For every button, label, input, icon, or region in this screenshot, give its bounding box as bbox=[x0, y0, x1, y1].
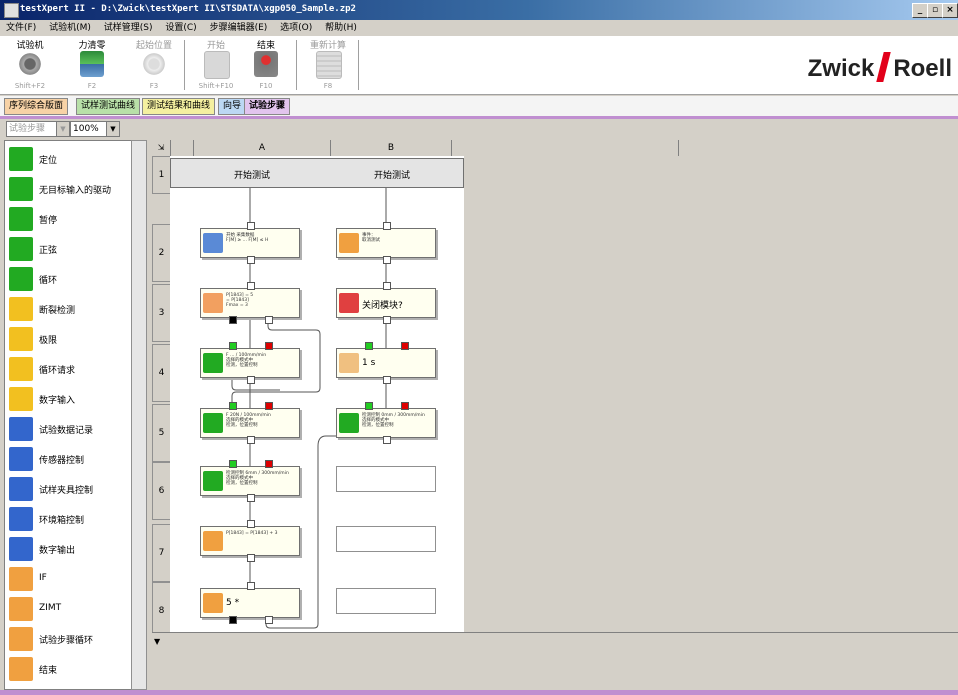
connector-port[interactable] bbox=[401, 342, 409, 350]
stop-sign-icon bbox=[339, 293, 359, 313]
connector-port[interactable] bbox=[383, 436, 391, 444]
step-node-text: 开始 采集数据 F[M] ≥ ... F[M] ≤ H bbox=[226, 233, 269, 243]
step-node-text: F ... / 100mm/min 选择的模式中 检测，位置控制 bbox=[226, 353, 267, 368]
step-node-b3[interactable]: 关闭模块? bbox=[336, 288, 436, 318]
event-icon bbox=[339, 233, 359, 253]
ramp-icon bbox=[203, 471, 223, 491]
ramp-icon bbox=[203, 413, 223, 433]
ramp-icon bbox=[339, 413, 359, 433]
connector-port[interactable] bbox=[247, 436, 255, 444]
connector-port[interactable] bbox=[247, 582, 255, 590]
connector-port[interactable] bbox=[265, 402, 273, 410]
step-node-text: F 20N / 100mm/min 选择的模式中 检测，位置控制 bbox=[226, 413, 271, 428]
connector-port[interactable] bbox=[383, 282, 391, 290]
step-node-text: P[1843] = P[1843] + 3 bbox=[226, 531, 278, 536]
step-node-a5[interactable]: F 20N / 100mm/min 选择的模式中 检测，位置控制 bbox=[200, 408, 300, 438]
question-icon bbox=[203, 293, 223, 313]
connector-port[interactable] bbox=[383, 316, 391, 324]
empty-step-slot[interactable] bbox=[336, 526, 436, 552]
step-node-b2[interactable]: 事件： 取消测试 bbox=[336, 228, 436, 258]
hourglass-icon bbox=[339, 353, 359, 373]
connector-port[interactable] bbox=[229, 616, 237, 624]
zimt-icon bbox=[203, 531, 223, 551]
connector-port[interactable] bbox=[365, 342, 373, 350]
connector-port[interactable] bbox=[229, 342, 237, 350]
connector-port[interactable] bbox=[247, 554, 255, 562]
output-panel: ▼ bbox=[152, 632, 958, 689]
status-bar bbox=[0, 690, 958, 695]
connector-port[interactable] bbox=[247, 282, 255, 290]
connector-port[interactable] bbox=[265, 316, 273, 324]
step-node-text: 事件： 取消测试 bbox=[362, 233, 380, 243]
connector-lines bbox=[231, 188, 387, 629]
connector-port[interactable] bbox=[365, 402, 373, 410]
step-node-a4[interactable]: F ... / 100mm/min 选择的模式中 检测，位置控制 bbox=[200, 348, 300, 378]
connector-port[interactable] bbox=[265, 342, 273, 350]
connector-port[interactable] bbox=[247, 494, 255, 502]
collapse-icon[interactable]: ▼ bbox=[154, 637, 160, 646]
step-node-text: 5 * bbox=[226, 598, 240, 608]
connector-port[interactable] bbox=[401, 402, 409, 410]
step-node-a3[interactable]: P[1843] = 5 = P[1843] Fmax = 3 bbox=[200, 288, 300, 318]
empty-step-slot[interactable] bbox=[336, 588, 436, 614]
step-node-b4[interactable]: 1 s bbox=[336, 348, 436, 378]
connector-port[interactable] bbox=[247, 222, 255, 230]
connector-port[interactable] bbox=[383, 376, 391, 384]
step-node-a6[interactable]: 检测控制 6mm / 300mm/min 选择的模式中 检测，位置控制 bbox=[200, 466, 300, 496]
connector-port[interactable] bbox=[383, 222, 391, 230]
connector-port[interactable] bbox=[247, 256, 255, 264]
step-node-text: 检测控制 6mm / 300mm/min 选择的模式中 检测，位置控制 bbox=[226, 471, 289, 486]
connector-port[interactable] bbox=[247, 520, 255, 528]
ramp-icon bbox=[203, 353, 223, 373]
connector-port[interactable] bbox=[229, 316, 237, 324]
step-node-a7[interactable]: P[1843] = P[1843] + 3 bbox=[200, 526, 300, 556]
step-node-text: 检测控制 0mm / 300mm/min 选择的模式中 检测，位置控制 bbox=[362, 413, 425, 428]
step-node-a2[interactable]: 开始 采集数据 F[M] ≥ ... F[M] ≤ H bbox=[200, 228, 300, 258]
connector-port[interactable] bbox=[247, 376, 255, 384]
io-icon bbox=[203, 233, 223, 253]
connector-port[interactable] bbox=[265, 616, 273, 624]
step-node-a8[interactable]: 5 * bbox=[200, 588, 300, 618]
connector-port[interactable] bbox=[229, 402, 237, 410]
step-node-text: 关闭模块? bbox=[362, 301, 403, 311]
connector-port[interactable] bbox=[383, 256, 391, 264]
loop-icon bbox=[203, 593, 223, 613]
step-node-text: 1 s bbox=[362, 358, 376, 368]
empty-step-slot[interactable] bbox=[336, 466, 436, 492]
step-node-text: P[1843] = 5 = P[1843] Fmax = 3 bbox=[226, 293, 254, 308]
connector-port[interactable] bbox=[229, 460, 237, 468]
step-node-b5[interactable]: 检测控制 0mm / 300mm/min 选择的模式中 检测，位置控制 bbox=[336, 408, 436, 438]
connector-port[interactable] bbox=[265, 460, 273, 468]
